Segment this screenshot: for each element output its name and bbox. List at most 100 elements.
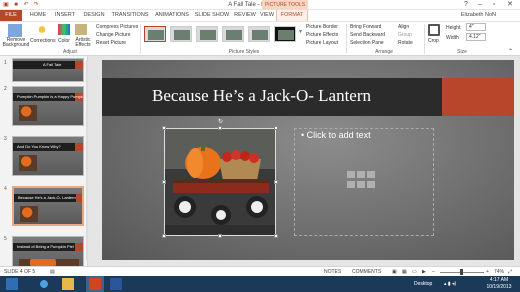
collapse-ribbon-icon[interactable]: ⌃	[508, 48, 513, 55]
slide-canvas[interactable]: Because He’s a Jack-O- Lantern ↻ • Click…	[102, 60, 514, 260]
slide-thumbnail-4[interactable]: Because He's a Jack-O- Lantern	[12, 186, 84, 226]
group-button[interactable]: Group	[398, 32, 412, 38]
slide-number: 4	[4, 186, 7, 192]
slide-thumbnail-title: Pumpkin Pumpkin is a Happy Pumpkin	[17, 94, 84, 99]
slide-thumbnail-5[interactable]: Instead of Being a Pumpkin Pie!	[12, 236, 84, 266]
content-placeholder[interactable]: • Click to add text	[294, 128, 434, 236]
selection-pane-button[interactable]: Selection Pane	[350, 40, 384, 46]
height-label: Height	[446, 25, 461, 31]
picture-style-1[interactable]	[144, 26, 166, 42]
slide-number: 5	[4, 236, 7, 242]
resize-handle[interactable]	[274, 180, 278, 184]
picture-effects-button[interactable]: Picture Effects	[306, 32, 338, 38]
windows-taskbar: Desktop ▴ ▮ ◂) 4:17 AM 10/19/2013	[0, 276, 520, 292]
remove-background-button[interactable]: Remove Background	[1, 38, 31, 48]
picture-tools-label: PICTURE TOOLS	[262, 0, 308, 10]
gallery-more-icon[interactable]: ▾	[299, 28, 302, 35]
slide-thumbnail-2[interactable]: Pumpkin Pumpkin is a Happy Pumpkin	[12, 86, 84, 126]
file-explorer-icon[interactable]	[62, 278, 74, 290]
tab-transitions[interactable]: TRANSITIONS	[110, 10, 150, 21]
zoom-slider-thumb[interactable]	[460, 269, 463, 275]
height-input[interactable]: 4"	[466, 23, 486, 31]
slide-thumbnail-title: And Do You Know Why?	[17, 144, 61, 149]
help-icon[interactable]: ?	[460, 0, 472, 10]
change-picture-button[interactable]: Change Picture	[96, 32, 130, 38]
remove-background-icon[interactable]	[8, 24, 22, 37]
tab-slide-show[interactable]: SLIDE SHOW	[194, 10, 230, 21]
artistic-effects-button[interactable]: Artistic Effects	[70, 38, 96, 48]
picture-style-5[interactable]	[248, 26, 270, 42]
maximize-icon[interactable]: ▫	[488, 0, 500, 10]
picture-style-2[interactable]	[170, 26, 192, 42]
compress-pictures-button[interactable]: Compress Pictures	[96, 24, 138, 30]
resize-handle[interactable]	[274, 234, 278, 238]
close-icon[interactable]: ✕	[504, 0, 516, 10]
width-input[interactable]: 4.12"	[466, 33, 486, 41]
wagon-pumpkin-picture[interactable]	[164, 128, 276, 236]
desktop-label[interactable]: Desktop	[414, 279, 432, 289]
crop-button[interactable]: Crop	[428, 38, 439, 44]
tab-insert[interactable]: INSERT	[52, 10, 78, 21]
resize-handle[interactable]	[162, 234, 166, 238]
rotate-handle-icon[interactable]: ↻	[218, 118, 223, 125]
color-icon[interactable]	[58, 24, 70, 35]
clock[interactable]: 4:17 AM 10/19/2013	[482, 277, 516, 291]
picture-border-button[interactable]: Picture Border	[306, 24, 338, 30]
align-button[interactable]: Align	[398, 24, 409, 30]
insert-table-icon[interactable]	[347, 171, 355, 178]
tab-format[interactable]: FORMAT	[276, 10, 308, 21]
powerpoint-taskbar-button[interactable]	[86, 276, 104, 292]
app-icon[interactable]	[110, 278, 122, 290]
tab-review[interactable]: REVIEW	[232, 10, 258, 21]
resize-handle[interactable]	[274, 126, 278, 130]
resize-handle[interactable]	[162, 180, 166, 184]
insert-picture-icon[interactable]	[347, 181, 355, 188]
resize-handle[interactable]	[162, 126, 166, 130]
start-icon[interactable]	[6, 278, 18, 290]
slide-number: 1	[4, 60, 7, 66]
picture-style-3[interactable]	[196, 26, 218, 42]
tab-design[interactable]: DESIGN	[80, 10, 108, 21]
resize-handle[interactable]	[218, 126, 222, 130]
thumbnail-picture	[19, 155, 37, 171]
crop-icon[interactable]	[428, 24, 440, 36]
slide-thumbnail-title: A Fall Tale	[43, 62, 62, 67]
picture-style-6[interactable]	[274, 26, 296, 42]
arrange-group-label: Arrange	[375, 49, 393, 55]
rotate-button[interactable]: Rotate	[398, 40, 413, 46]
internet-explorer-icon[interactable]	[38, 278, 50, 290]
reset-picture-button[interactable]: Reset Picture	[96, 40, 126, 46]
corrections-icon[interactable]	[36, 24, 48, 35]
ribbon: Remove Background Corrections Color Arti…	[0, 21, 520, 56]
title-bar: ▣ ■ ↶ ↷ A Fall Tale - PowerPoint PICTURE…	[0, 0, 520, 10]
tab-home[interactable]: HOME	[26, 10, 50, 21]
user-name[interactable]: Elizabeth NoN	[461, 10, 496, 21]
slide-thumbnail-3[interactable]: And Do You Know Why?	[12, 136, 84, 176]
tab-view[interactable]: VIEW	[258, 10, 276, 21]
minimize-icon[interactable]: –	[474, 0, 486, 10]
clock-date: 10/19/2013	[486, 284, 512, 290]
insert-chart-icon[interactable]	[357, 171, 365, 178]
insert-online-picture-icon[interactable]	[357, 181, 365, 188]
insert-smartart-icon[interactable]	[367, 171, 375, 178]
thumbnail-picture	[20, 206, 38, 222]
artistic-effects-icon[interactable]	[75, 24, 87, 35]
tray-icons[interactable]: ▴ ▮ ◂)	[444, 279, 456, 289]
slide-thumbnail-title: Because He's a Jack-O- Lantern	[18, 195, 76, 200]
slide-title[interactable]: Because He’s a Jack-O- Lantern	[152, 86, 371, 106]
picture-styles-group-label: Picture Styles	[228, 49, 260, 55]
resize-handle[interactable]	[218, 234, 222, 238]
color-button[interactable]: Color	[58, 38, 70, 44]
window-title: A Fall Tale - PowerPoint	[228, 2, 292, 8]
placeholder-label: Click to add text	[306, 130, 371, 140]
tab-file[interactable]: FILE	[0, 10, 22, 21]
corrections-button[interactable]: Corrections	[30, 38, 56, 44]
send-backward-button[interactable]: Send Backward	[350, 32, 385, 38]
size-group-label: Size	[457, 49, 467, 55]
tab-animations[interactable]: ANIMATIONS	[152, 10, 192, 21]
bring-forward-button[interactable]: Bring Forward	[350, 24, 381, 30]
picture-style-4[interactable]	[222, 26, 244, 42]
slide-thumbnail-1[interactable]: A Fall Tale	[12, 58, 84, 82]
picture-layout-button[interactable]: Picture Layout	[306, 40, 338, 46]
insert-video-icon[interactable]	[367, 181, 375, 188]
